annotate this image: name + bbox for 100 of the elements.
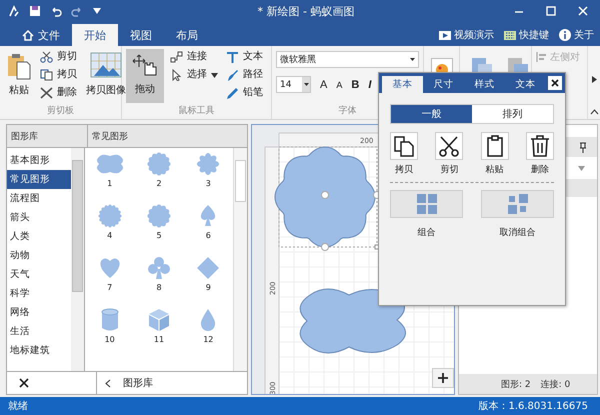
play-icon [439, 30, 451, 40]
picture-icon [90, 52, 122, 80]
status-text: 就绪 [8, 400, 28, 413]
close-icon [551, 79, 559, 87]
action-label: 粘贴 [486, 164, 504, 176]
action-button[interactable] [390, 132, 418, 160]
category-item[interactable]: 地标建筑 [7, 341, 71, 360]
popup-tab[interactable]: 样式 [464, 76, 505, 93]
app-logo-icon[interactable] [8, 5, 20, 17]
caret-icon [410, 58, 415, 61]
action-label: 拷贝 [395, 164, 413, 176]
close-icon[interactable] [19, 378, 29, 388]
action-label: 剪切 [440, 164, 458, 176]
ribbon-button[interactable]: 路径 [224, 67, 265, 83]
drag-tool-button[interactable]: 拖动 [126, 49, 164, 103]
popup-tab[interactable]: 尺寸 [423, 76, 464, 93]
library-back-button[interactable]: 图形库 [97, 372, 153, 394]
text-tool-icon [226, 50, 239, 64]
font-button[interactable]: A [336, 80, 342, 90]
save-icon[interactable] [29, 5, 41, 17]
caret-icon [211, 72, 218, 78]
action-button[interactable] [435, 132, 464, 160]
menu-tab[interactable]: 视图 [118, 24, 164, 46]
scroll-right-icon[interactable] [592, 76, 596, 83]
ribbon-button[interactable]: 文本 [224, 49, 265, 65]
scissors-icon [438, 135, 460, 157]
group-label: 剪切板 [46, 105, 75, 118]
category-item[interactable]: 人类 [7, 227, 71, 246]
info-icon [559, 29, 571, 41]
ribbon-button[interactable]: 连接 [168, 49, 220, 65]
scattered-squares-icon [506, 193, 528, 215]
help-link[interactable]: 关于 [559, 28, 594, 42]
popup-tab[interactable]: 基本 [382, 76, 423, 93]
copy-icon [393, 135, 415, 157]
shapes-header: 常见图形 [91, 130, 129, 144]
library-header: 图形库 [7, 125, 88, 147]
shape-number: 3 [206, 179, 211, 188]
ribbon-button[interactable]: 删除 [38, 85, 79, 101]
font-button[interactable]: A [320, 78, 328, 90]
group-label: 字体 [338, 105, 358, 118]
scrollbar-thumb[interactable] [235, 160, 246, 202]
collapse-ribbon-icon[interactable] [590, 109, 598, 115]
redo-icon[interactable] [71, 5, 83, 17]
font-size-dropdown[interactable]: 14 [276, 76, 311, 93]
brush-icon [226, 68, 239, 82]
shape-number: 9 [206, 283, 211, 292]
help-link[interactable]: 视频演示 [439, 28, 494, 42]
ribbon-button[interactable]: 剪切 [38, 49, 79, 65]
action-button[interactable] [480, 132, 509, 160]
ribbon-button[interactable]: 铅笔 [224, 85, 265, 101]
action-button[interactable] [526, 132, 554, 160]
undo-icon[interactable] [50, 5, 62, 17]
segment-button[interactable]: 排列 [472, 105, 553, 123]
selection-handle[interactable] [321, 191, 329, 199]
pointer-icon [170, 69, 183, 81]
category-item[interactable]: 天气 [7, 265, 71, 284]
home-icon [22, 30, 34, 40]
paste-button[interactable]: 粘贴 [4, 49, 34, 100]
menu-tab[interactable]: 文件 [10, 24, 72, 46]
category-item[interactable]: 常见图形 [7, 170, 71, 189]
popup-tab[interactable]: 文本 [505, 76, 546, 93]
shape-number: 6 [206, 231, 211, 240]
shape-number: 11 [154, 335, 164, 344]
group-label: 鼠标工具 [178, 105, 216, 118]
category-item[interactable]: 生活 [7, 322, 71, 341]
group-button[interactable] [481, 190, 554, 218]
menu-tab[interactable]: 开始 [72, 24, 118, 46]
group-button[interactable] [390, 190, 463, 218]
font-button[interactable]: B [351, 78, 360, 90]
font-button[interactable]: I [368, 78, 372, 90]
category-item[interactable]: 基本图形 [7, 151, 71, 170]
pan-button[interactable] [432, 368, 454, 388]
ribbon-button[interactable]: 选择 [168, 67, 220, 83]
font-family-dropdown[interactable]: 微软雅黑 [276, 51, 419, 68]
ribbon-button[interactable]: 拷贝 [38, 67, 79, 83]
selection-handle[interactable] [321, 243, 329, 251]
segment-button[interactable]: 一般 [391, 105, 472, 123]
version-text: 版本：1.6.8031.16675 [478, 400, 588, 413]
scrollbar[interactable] [233, 148, 247, 371]
scissors-icon [40, 51, 53, 63]
category-item[interactable]: 动物 [7, 246, 71, 265]
category-item[interactable]: 网络 [7, 303, 71, 322]
pin-icon[interactable] [579, 142, 587, 152]
scrollbar[interactable] [71, 148, 84, 371]
category-item[interactable]: 流程图 [7, 189, 71, 208]
category-item[interactable]: 箭头 [7, 208, 71, 227]
maximize-icon[interactable] [546, 6, 556, 16]
dropdown-icon[interactable] [92, 6, 102, 16]
clipboard-icon [7, 52, 31, 80]
menu-tab[interactable]: 布局 [164, 24, 210, 46]
copy-icon [40, 69, 53, 81]
help-link[interactable]: 快捷键 [504, 28, 549, 42]
close-button[interactable] [548, 76, 562, 90]
plus-icon [438, 373, 448, 383]
cloud-shape[interactable] [300, 288, 406, 354]
shape-number: 12 [203, 335, 214, 344]
shape-number: 10 [104, 335, 115, 344]
scrollbar-thumb[interactable] [72, 160, 83, 292]
shape-number: 8 [156, 283, 162, 292]
category-item[interactable]: 科学 [7, 284, 71, 303]
